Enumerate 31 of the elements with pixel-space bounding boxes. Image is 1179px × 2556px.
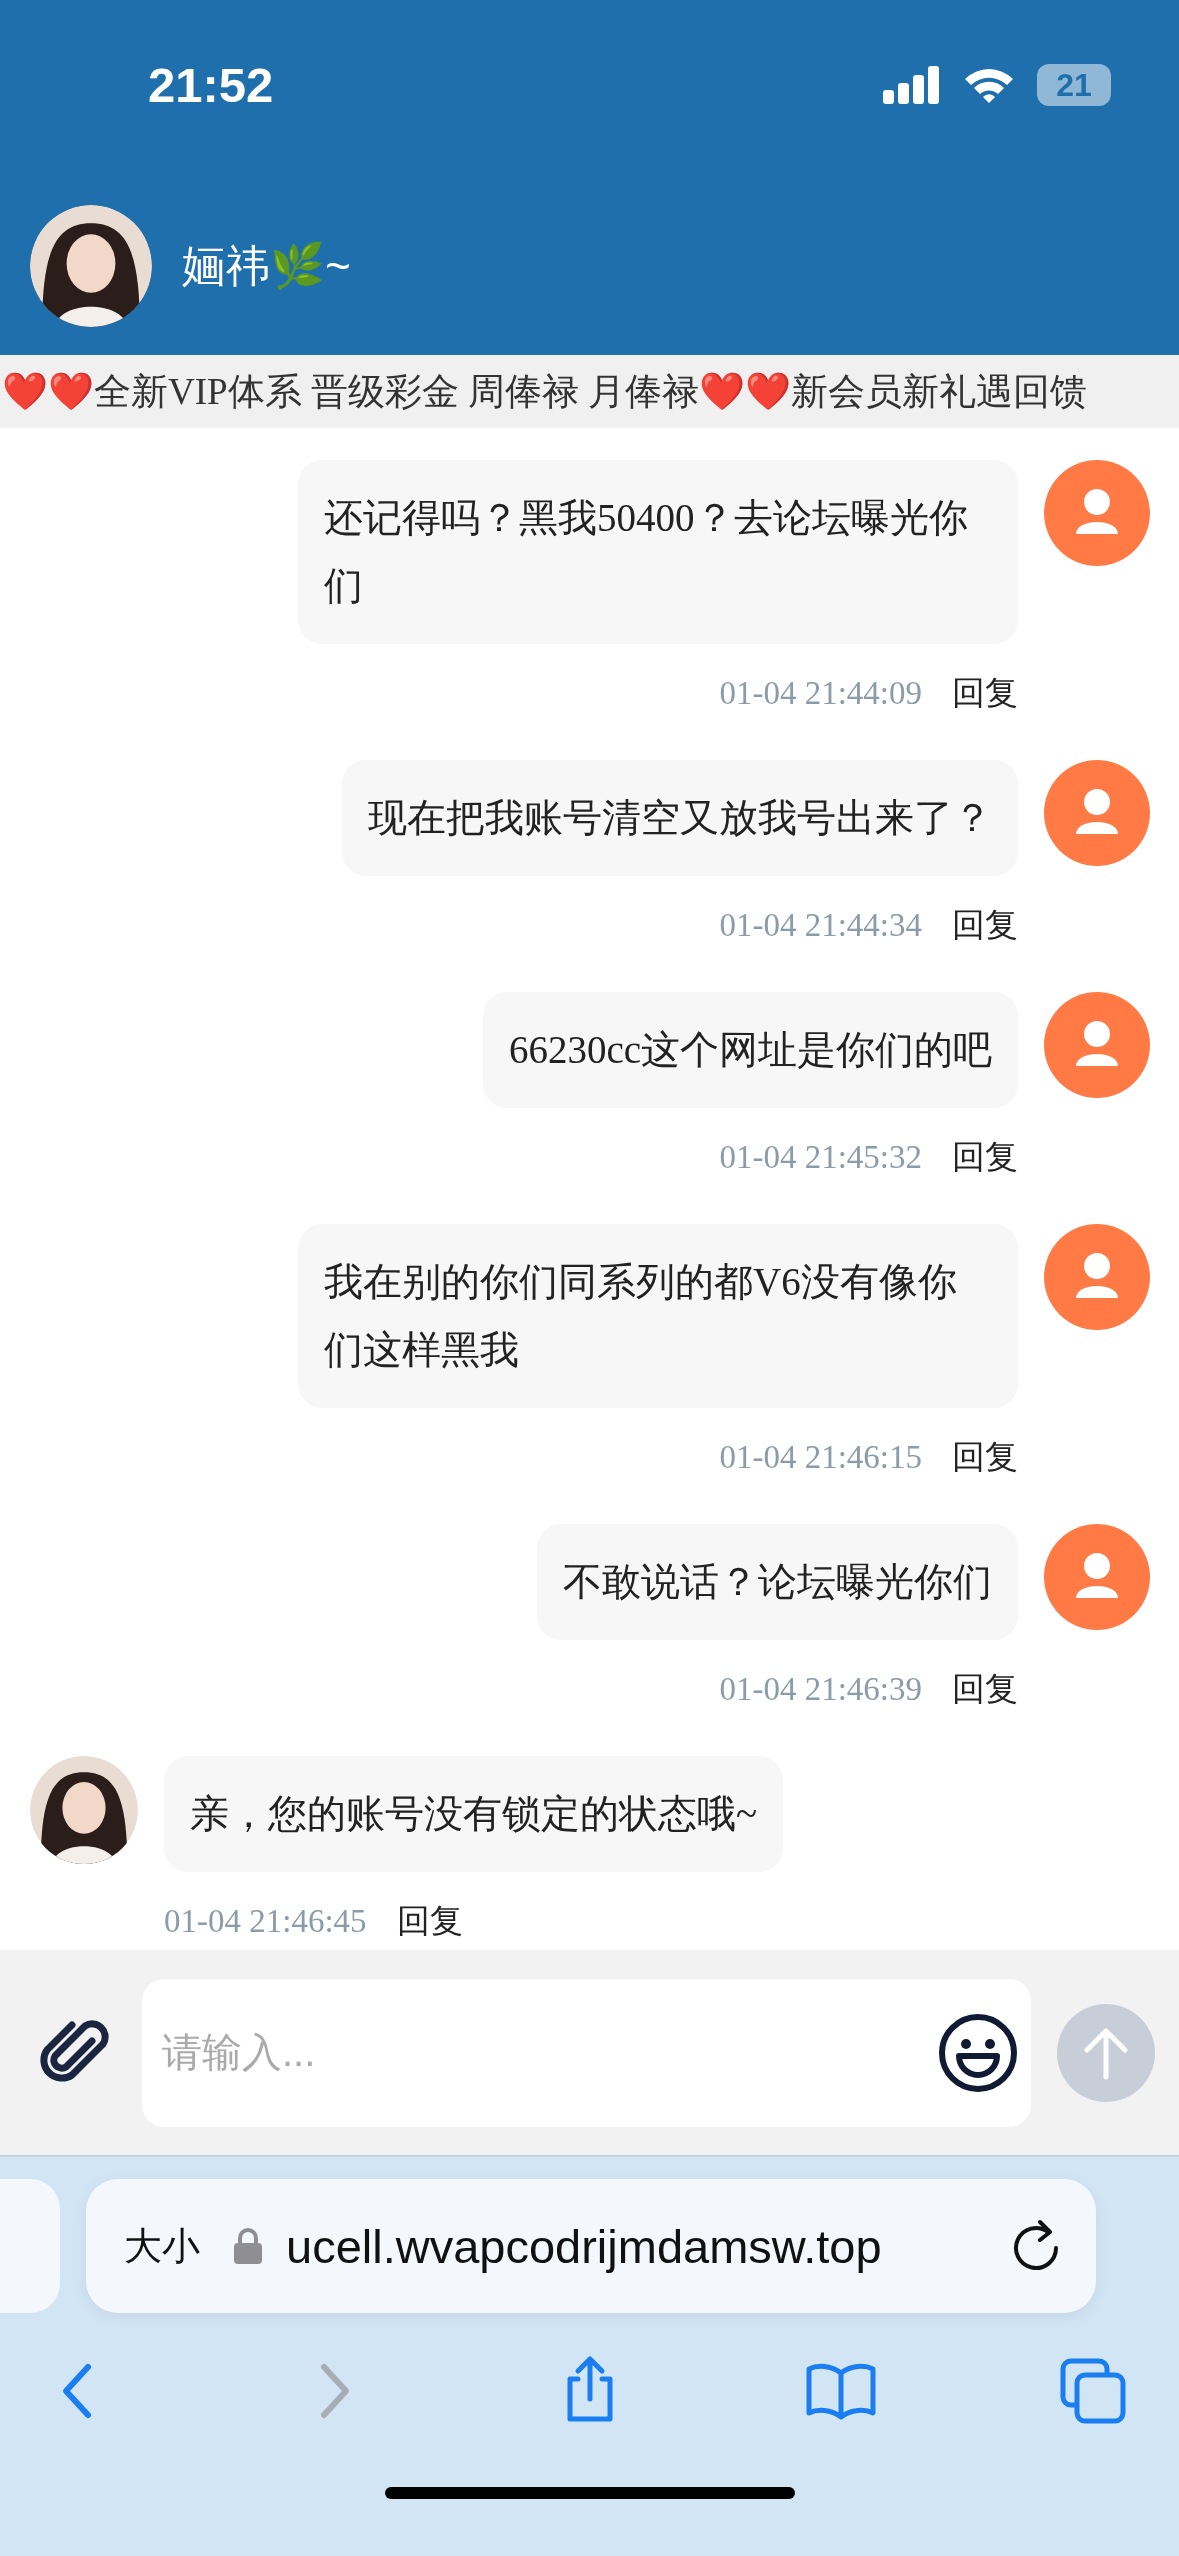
address-bar[interactable]: 大小 ucell.wvapcodrijmdamsw.top	[86, 2179, 1096, 2313]
message-time: 01-04 21:44:09	[719, 674, 922, 712]
reply-link[interactable]: 回复	[952, 902, 1018, 948]
message-time: 01-04 21:46:15	[719, 1438, 922, 1476]
reply-link[interactable]: 回复	[952, 1134, 1018, 1180]
message-bubble: 还记得吗？黑我50400？去论坛曝光你们	[298, 460, 1018, 644]
message-time: 01-04 21:44:34	[719, 906, 922, 944]
reply-link[interactable]: 回复	[952, 1666, 1018, 1712]
reply-link[interactable]: 回复	[952, 670, 1018, 716]
message-time: 01-04 21:46:39	[719, 1670, 922, 1708]
contact-name: 婳祎🌿~	[182, 239, 351, 292]
emoji-icon[interactable]	[937, 2011, 1019, 2094]
reply-link[interactable]: 回复	[396, 1898, 463, 1944]
reply-link[interactable]: 回复	[952, 1434, 1018, 1480]
announcement-text: ❤❤全新VIP体系 晋级彩金 周俸禄 月俸禄❤❤新会员新礼遇回馈	[2, 371, 1088, 412]
lock-icon	[234, 2228, 262, 2264]
message-bubble: 我在别的你们同系列的都V6没有像你们这样黑我	[298, 1224, 1018, 1408]
message-input[interactable]: 请输入...	[160, 2029, 937, 2076]
message-bubble: 66230cc这个网址是你们的吧	[482, 992, 1018, 1108]
message-field[interactable]: 请输入...	[142, 1978, 1031, 2127]
message-time: 01-04 21:45:32	[719, 1138, 922, 1176]
message-bubble: 亲，您的账号没有锁定的状态哦~	[164, 1756, 784, 1872]
wifi-icon	[963, 66, 1015, 104]
message-bubble: 不敢说话？论坛曝光你们	[537, 1524, 1018, 1640]
url-text: ucell.wvapcodrijmdamsw.top	[286, 2218, 883, 2274]
battery-icon: 21	[1037, 64, 1111, 106]
status-time: 21:52	[148, 57, 275, 113]
message-bubble: 现在把我账号清空又放我号出来了？	[342, 760, 1018, 876]
text-size-button[interactable]: 大小	[124, 2220, 200, 2272]
message-time: 01-04 21:46:45	[164, 1902, 367, 1940]
signal-icon	[883, 66, 941, 104]
